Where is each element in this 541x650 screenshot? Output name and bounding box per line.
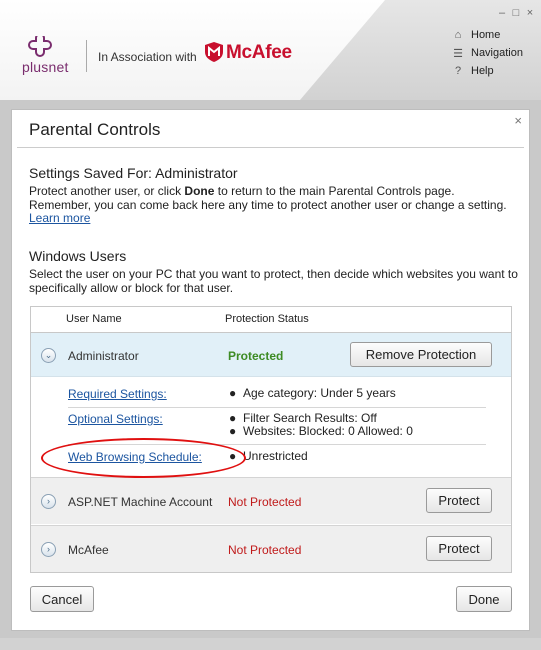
table-row-mcafee[interactable]: › McAfee Not Protected Protect — [31, 525, 511, 572]
table-row-aspnet[interactable]: › ASP.NET Machine Account Not Protected … — [31, 477, 511, 524]
required-settings-value: ● Age category: Under 5 years — [229, 387, 396, 400]
minimize-icon[interactable]: – — [497, 7, 507, 19]
windows-users-text: Select the user on your PC that you want… — [29, 267, 518, 295]
column-header-user: User Name — [66, 313, 122, 325]
nav-home-label: Home — [471, 29, 501, 41]
nav-help[interactable]: ? Help — [451, 63, 523, 79]
bullet-icon: ● — [229, 449, 237, 463]
done-word: Done — [184, 184, 215, 198]
collapse-chevron-icon[interactable]: ⌄ — [41, 348, 56, 363]
expand-chevron-icon[interactable]: › — [41, 542, 56, 557]
table-header: User Name Protection Status — [31, 307, 511, 333]
users-table: User Name Protection Status ⌄ Administra… — [30, 306, 512, 573]
column-header-status: Protection Status — [225, 313, 309, 325]
administrator-details: Required Settings: ● Age category: Under … — [31, 377, 511, 472]
title-divider — [17, 147, 524, 148]
settings-saved-text: Protect another user, or click Done to r… — [29, 184, 519, 226]
table-row-administrator[interactable]: ⌄ Administrator Protected Remove Protect… — [31, 333, 511, 377]
cancel-button[interactable]: Cancel — [30, 586, 94, 612]
top-nav: ⌂ Home ☰ Navigation ? Help — [451, 27, 523, 79]
close-icon[interactable]: × — [514, 113, 522, 128]
app-header: – □ × plusnet In Association with McAfee… — [0, 0, 541, 100]
header-divider — [86, 40, 87, 72]
web-browsing-schedule-link[interactable]: Web Browsing Schedule: — [68, 450, 202, 464]
parental-controls-panel: Parental Controls × Settings Saved For: … — [11, 109, 530, 631]
web-browsing-schedule-value: ● Unrestricted — [229, 450, 308, 463]
nav-help-label: Help — [471, 65, 494, 77]
window-controls: – □ × — [497, 7, 535, 19]
optional-settings-link[interactable]: Optional Settings: — [68, 412, 163, 426]
association-text: In Association with — [98, 50, 197, 64]
status-protected: Protected — [228, 349, 284, 363]
navigation-icon: ☰ — [453, 47, 463, 60]
optional-value-text-2: Websites: Blocked: 0 Allowed: 0 — [243, 424, 413, 438]
details-divider — [68, 444, 486, 445]
done-button[interactable]: Done — [456, 586, 512, 612]
expand-chevron-icon[interactable]: › — [41, 494, 56, 509]
optional-value-text-1: Filter Search Results: Off — [243, 411, 377, 425]
windows-users-title: Windows Users — [29, 248, 127, 264]
details-divider — [68, 407, 486, 408]
nav-navigation[interactable]: ☰ Navigation — [451, 45, 523, 61]
maximize-icon[interactable]: □ — [511, 7, 521, 19]
settings-saved-title: Settings Saved For: Administrator — [29, 165, 238, 181]
bullet-icon: ● — [229, 386, 237, 400]
user-name: McAfee — [68, 543, 109, 557]
close-window-icon[interactable]: × — [525, 7, 535, 19]
bullet-icon: ● — [229, 424, 237, 438]
home-icon: ⌂ — [454, 29, 462, 41]
page-title: Parental Controls — [29, 120, 161, 139]
status-not-protected: Not Protected — [228, 543, 302, 557]
protect-button[interactable]: Protect — [426, 488, 492, 513]
help-icon: ? — [454, 65, 462, 77]
settings-text-part1: Protect another user, or click — [29, 184, 185, 198]
remove-protection-button[interactable]: Remove Protection — [350, 342, 492, 367]
partner-name: McAfee — [226, 42, 292, 63]
plusnet-logo-icon — [28, 36, 52, 57]
required-value-text: Age category: Under 5 years — [243, 386, 396, 400]
protect-button[interactable]: Protect — [426, 536, 492, 561]
learn-more-link[interactable]: Learn more — [29, 211, 90, 225]
brand-name: plusnet — [22, 59, 69, 75]
schedule-value-text: Unrestricted — [243, 449, 308, 463]
user-name: ASP.NET Machine Account — [68, 495, 213, 509]
status-not-protected: Not Protected — [228, 495, 302, 509]
nav-home[interactable]: ⌂ Home — [451, 27, 523, 43]
required-settings-link[interactable]: Required Settings: — [68, 387, 167, 401]
user-name: Administrator — [68, 349, 139, 363]
mcafee-shield-icon — [205, 42, 223, 62]
nav-navigation-label: Navigation — [471, 47, 523, 59]
window-bottom-edge — [0, 638, 541, 650]
optional-settings-value: ● Filter Search Results: Off ● Websites: Bl… — [229, 412, 413, 438]
